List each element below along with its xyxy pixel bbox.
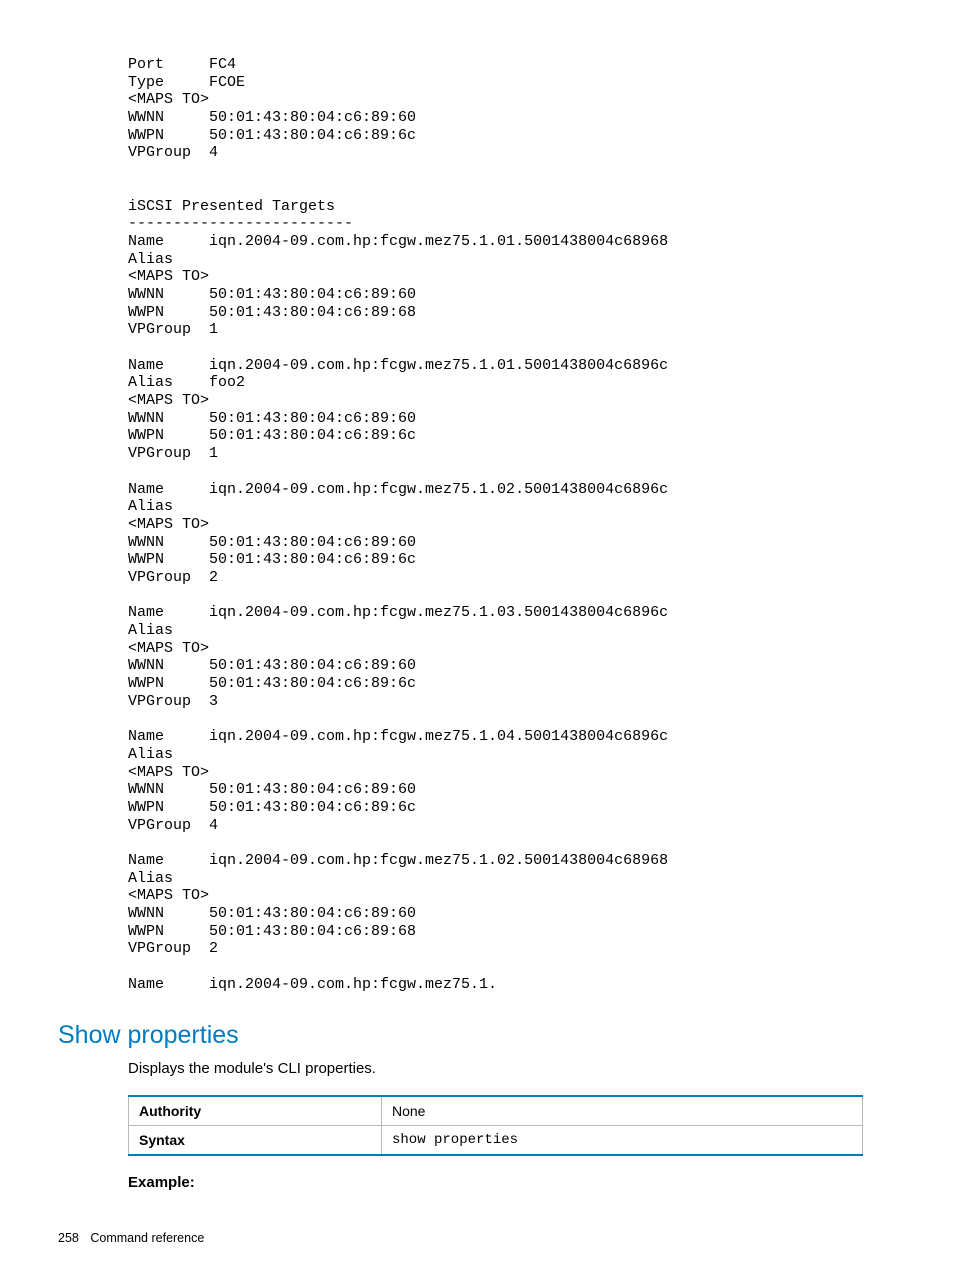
authority-value: None: [382, 1096, 863, 1126]
example-label: Example:: [128, 1174, 864, 1191]
syntax-value: show properties: [382, 1126, 863, 1156]
section-description: Displays the module's CLI properties.: [128, 1060, 864, 1077]
page-footer: 258 Command reference: [58, 1231, 864, 1245]
page-number: 258: [58, 1231, 79, 1245]
table-row: Authority None: [129, 1096, 863, 1126]
cli-output-block: Port FC4 Type FCOE <MAPS TO> WWNN 50:01:…: [128, 56, 864, 993]
table-row: Syntax show properties: [129, 1126, 863, 1156]
properties-table: Authority None Syntax show properties: [128, 1095, 863, 1156]
section-heading-show-properties: Show properties: [58, 1021, 864, 1050]
authority-label: Authority: [129, 1096, 382, 1126]
chapter-name: Command reference: [90, 1231, 204, 1245]
syntax-label: Syntax: [129, 1126, 382, 1156]
